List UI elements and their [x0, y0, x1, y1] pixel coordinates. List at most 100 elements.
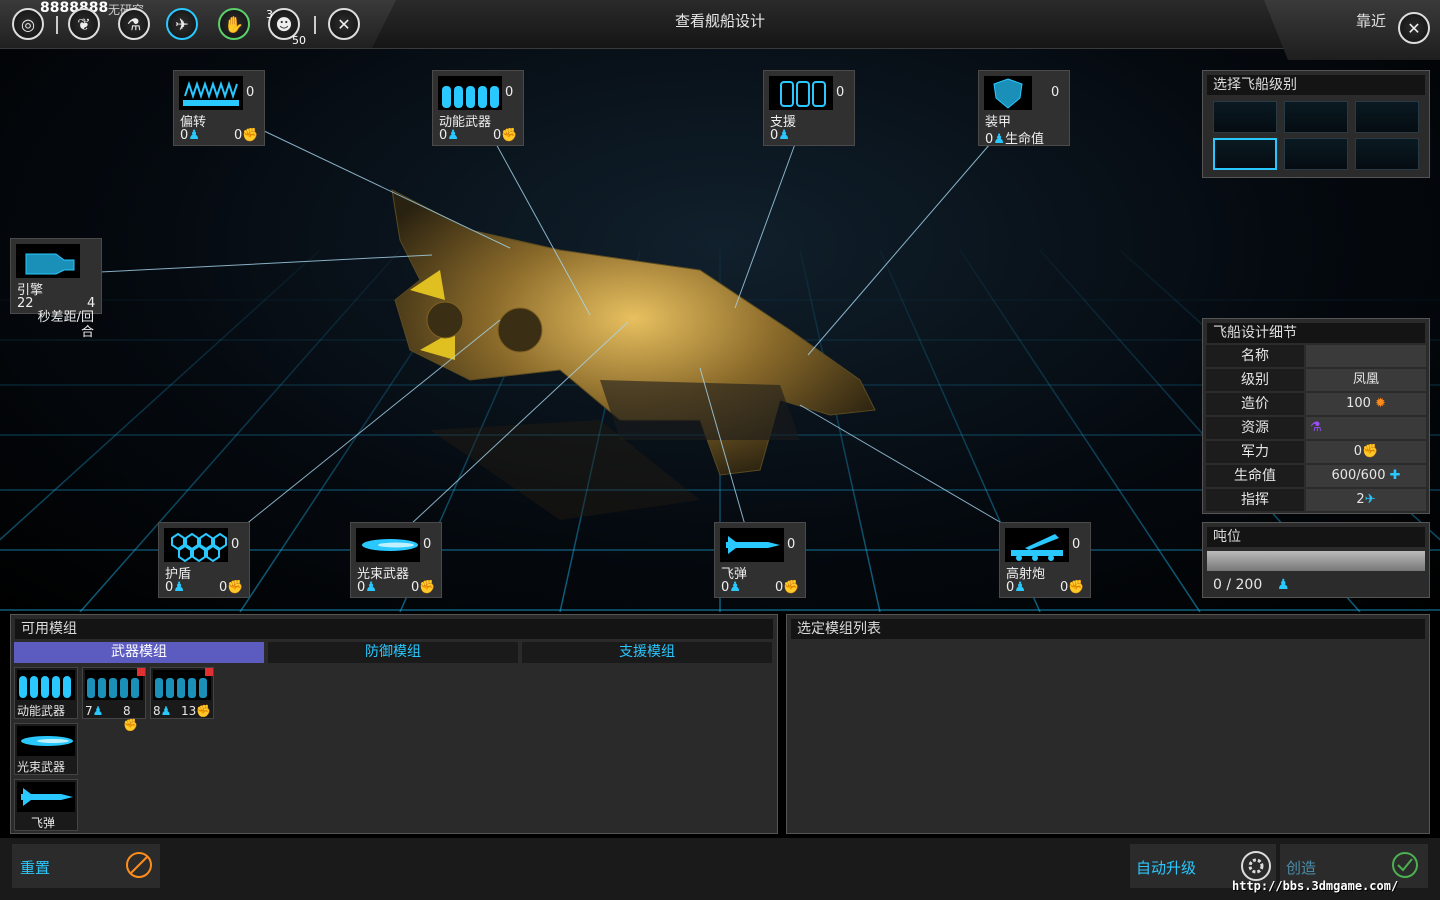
crew-icon: ♟ [92, 704, 104, 718]
ship-class-panel: 选择飞船级别 [1202, 70, 1430, 178]
auto-upgrade-label: 自动升级 [1136, 859, 1197, 877]
kinetic-weapon-icon [438, 76, 502, 110]
slot-kinetic[interactable]: 0 动能武器 0♟ 0✊ [432, 70, 524, 146]
detail-row-cost: 造价 100 ✹ [1206, 393, 1426, 415]
crew-icon: ♟ [365, 580, 377, 595]
detail-value: 0 [1353, 444, 1363, 459]
kinetic-weapon-icon [153, 670, 211, 700]
tab-defense-modules[interactable]: 防御模组 [268, 642, 518, 663]
selected-modules-title: 选定模组列表 [791, 619, 1425, 639]
detail-key: 军力 [1206, 441, 1304, 463]
ship-class-thumb-selected[interactable] [1213, 138, 1277, 170]
detail-row-command: 指挥 2✈ [1206, 489, 1426, 511]
new-badge [137, 668, 145, 676]
top-bar: 8888888 无研究 ◎ ❦ ⚗ ✈ ✋ ☻ 3 50 ✕ 查看舰船设计 靠近… [0, 0, 1440, 60]
slot-count: 0 [423, 537, 432, 552]
detail-value: 凤凰 [1306, 369, 1426, 391]
detail-row-hp: 生命值 600/600 ✚ [1206, 465, 1426, 487]
module-beam[interactable]: 光束武器 [14, 723, 78, 775]
module-tonnage: 8 [153, 704, 161, 718]
detail-value: 100 [1346, 396, 1371, 411]
slot-beam[interactable]: 0 光束武器 0♟ 0✊ [350, 522, 442, 598]
ship-name-field[interactable] [1306, 345, 1426, 367]
detail-key: 生命值 [1206, 465, 1304, 487]
kinetic-weapon-icon [85, 670, 143, 700]
fist-icon: ✊ [123, 718, 138, 732]
crew-icon: ♟ [778, 128, 790, 143]
hp-label: 生命值 [1004, 132, 1044, 147]
module-tonnage: 7 [85, 704, 93, 718]
slot-shield[interactable]: 0 护盾 0♟ 0✊ [158, 522, 250, 598]
detail-key: 级别 [1206, 369, 1304, 391]
module-name: 飞弹 [31, 816, 56, 830]
ship-class-thumb[interactable] [1355, 138, 1419, 170]
resource-icon: ⚗ [1310, 420, 1322, 435]
reset-label: 重置 [20, 859, 51, 877]
module-missile[interactable]: 飞弹 [14, 779, 78, 831]
ship-model [391, 189, 876, 520]
support-battery-icon [769, 76, 833, 110]
slot-count: 0 [787, 537, 796, 552]
shield-hex-icon [164, 528, 228, 563]
module-power: 8 [123, 704, 131, 718]
detail-value: 2 [1356, 492, 1365, 507]
slot-count: 0 [1072, 537, 1081, 552]
module-kinetic-3[interactable]: 8♟ 13✊ [150, 667, 214, 719]
slot-artillery[interactable]: 0 高射炮 0♟ 0✊ [999, 522, 1091, 598]
gear-cost-icon: ✹ [1375, 396, 1386, 411]
slot-count: 0 [246, 85, 255, 100]
fist-icon: ✊ [1362, 444, 1379, 459]
detail-row-name: 名称 [1206, 345, 1426, 367]
cancel-circle-icon [126, 852, 152, 878]
close-icon[interactable]: ✕ [1398, 12, 1430, 44]
plus-icon: ✚ [1389, 468, 1401, 483]
tonnage-value: 0 / 200 [1213, 577, 1263, 593]
ship-class-thumb[interactable] [1284, 138, 1348, 170]
tonnage-panel: 吨位 0 / 200 ♟ [1202, 522, 1430, 598]
command-icon: ✈ [1364, 492, 1376, 507]
ship-class-thumb[interactable] [1284, 101, 1348, 133]
detail-key: 资源 [1206, 417, 1304, 439]
crew-icon: ♟ [1014, 580, 1026, 595]
deflect-icon [179, 76, 243, 110]
fist-icon: ✊ [783, 580, 800, 595]
new-badge [205, 668, 213, 676]
available-modules-title: 可用模组 [15, 619, 773, 639]
ship-class-thumb[interactable] [1355, 101, 1419, 133]
missile-icon [720, 528, 784, 562]
detail-key: 名称 [1206, 345, 1304, 367]
module-kinetic[interactable]: 动能武器 [14, 667, 78, 719]
slot-support[interactable]: 0 支援 0♟ [763, 70, 855, 146]
slot-deflect[interactable]: 0 偏转 0♟ 0✊ [173, 70, 265, 146]
gear-upgrade-icon [1241, 851, 1271, 881]
slot-count: 0 [836, 85, 845, 100]
detail-row-class: 级别 凤凰 [1206, 369, 1426, 391]
artillery-launcher-icon [1005, 528, 1069, 562]
watermark: http://bbs.3dmgame.com/ [1232, 879, 1399, 893]
crew-icon: ♟ [993, 132, 1005, 147]
slot-engine[interactable]: 引擎 22 4 [10, 238, 102, 314]
approach-label[interactable]: 靠近 [1356, 10, 1386, 31]
module-power: 13 [181, 704, 197, 718]
tonnage-bar [1207, 551, 1425, 571]
crew-icon: ♟ [160, 704, 172, 718]
kinetic-weapon-icon [17, 670, 75, 700]
fist-icon: ✊ [501, 128, 518, 143]
tab-support-modules[interactable]: 支援模组 [522, 642, 772, 663]
engine-range: 4 [87, 296, 96, 311]
tab-weapon-modules[interactable]: 武器模组 [14, 642, 264, 663]
module-kinetic-2[interactable]: 7♟ 8✊ [82, 667, 146, 732]
missile-icon [17, 782, 75, 812]
slot-missile[interactable]: 0 飞弹 0♟ 0✊ [714, 522, 806, 598]
slot-count: 0 [231, 537, 240, 552]
slot-count: 0 [505, 85, 514, 100]
ship-class-thumb[interactable] [1213, 101, 1277, 133]
beam-weapon-icon [17, 726, 75, 756]
fist-icon: ✊ [1068, 580, 1085, 595]
engine-speed: 22 [17, 296, 34, 311]
slot-count: 0 [1051, 85, 1060, 100]
reset-button[interactable]: 重置 [12, 844, 160, 888]
page-title: 查看舰船设计 [674, 12, 765, 30]
slot-armor[interactable]: 0 装甲 0♟生命值 [978, 70, 1070, 147]
create-label: 创造 [1286, 859, 1317, 877]
